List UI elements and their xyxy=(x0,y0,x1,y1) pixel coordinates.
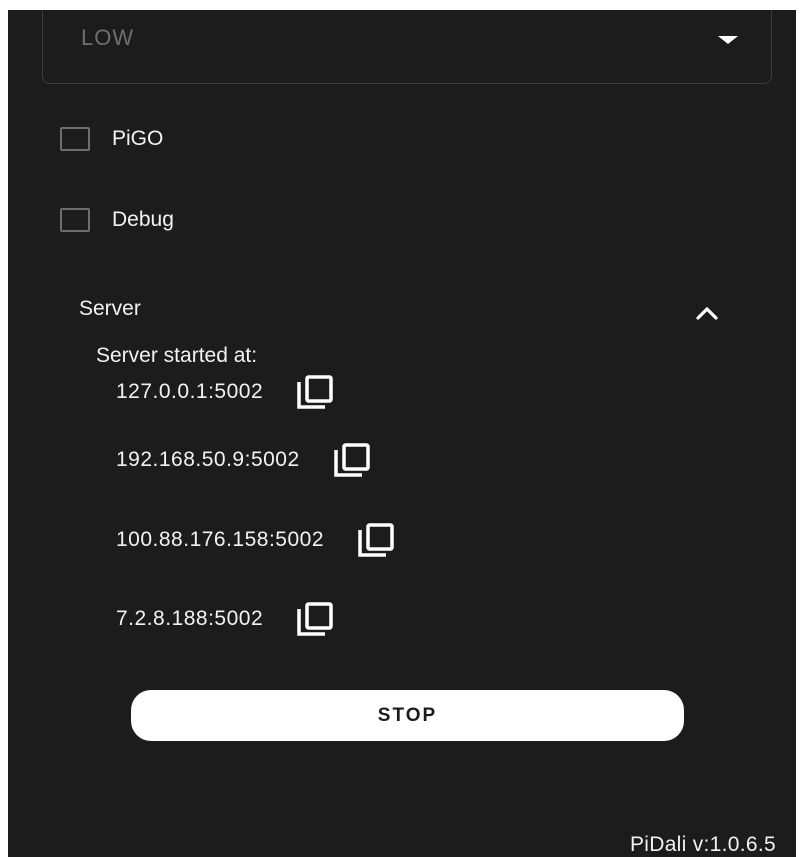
server-address-row: 127.0.0.1:5002 xyxy=(116,374,335,410)
copy-icon[interactable] xyxy=(356,522,396,558)
pigo-checkbox-row[interactable]: PiGO xyxy=(60,124,163,154)
debug-checkbox[interactable] xyxy=(60,208,90,232)
settings-panel: LOW PiGO Debug Server Server started at:… xyxy=(8,10,796,857)
copy-icon[interactable] xyxy=(295,601,335,637)
pigo-checkbox[interactable] xyxy=(60,127,90,151)
copy-icon[interactable] xyxy=(295,374,335,410)
server-address: 100.88.176.158:5002 xyxy=(116,528,325,551)
chevron-up-icon[interactable] xyxy=(696,306,718,320)
debug-checkbox-label: Debug xyxy=(112,208,174,231)
quality-dropdown-value: LOW xyxy=(81,25,135,50)
pigo-checkbox-label: PiGO xyxy=(112,127,164,150)
server-section-title[interactable]: Server xyxy=(79,297,141,321)
server-address-row: 192.168.50.9:5002 xyxy=(116,442,372,478)
debug-checkbox-row[interactable]: Debug xyxy=(60,205,174,235)
copy-icon[interactable] xyxy=(332,442,372,478)
server-address-row: 7.2.8.188:5002 xyxy=(116,601,335,637)
quality-dropdown[interactable]: LOW xyxy=(42,10,772,84)
server-started-label: Server started at: xyxy=(96,344,258,367)
caret-down-icon[interactable] xyxy=(718,36,738,44)
server-address: 127.0.0.1:5002 xyxy=(116,380,264,403)
server-address: 192.168.50.9:5002 xyxy=(116,448,300,471)
server-address: 7.2.8.188:5002 xyxy=(116,607,264,630)
server-address-row: 100.88.176.158:5002 xyxy=(116,522,396,558)
stop-button[interactable]: STOP xyxy=(131,690,684,741)
app-version-label: PiDali v:1.0.6.5 xyxy=(629,833,776,856)
